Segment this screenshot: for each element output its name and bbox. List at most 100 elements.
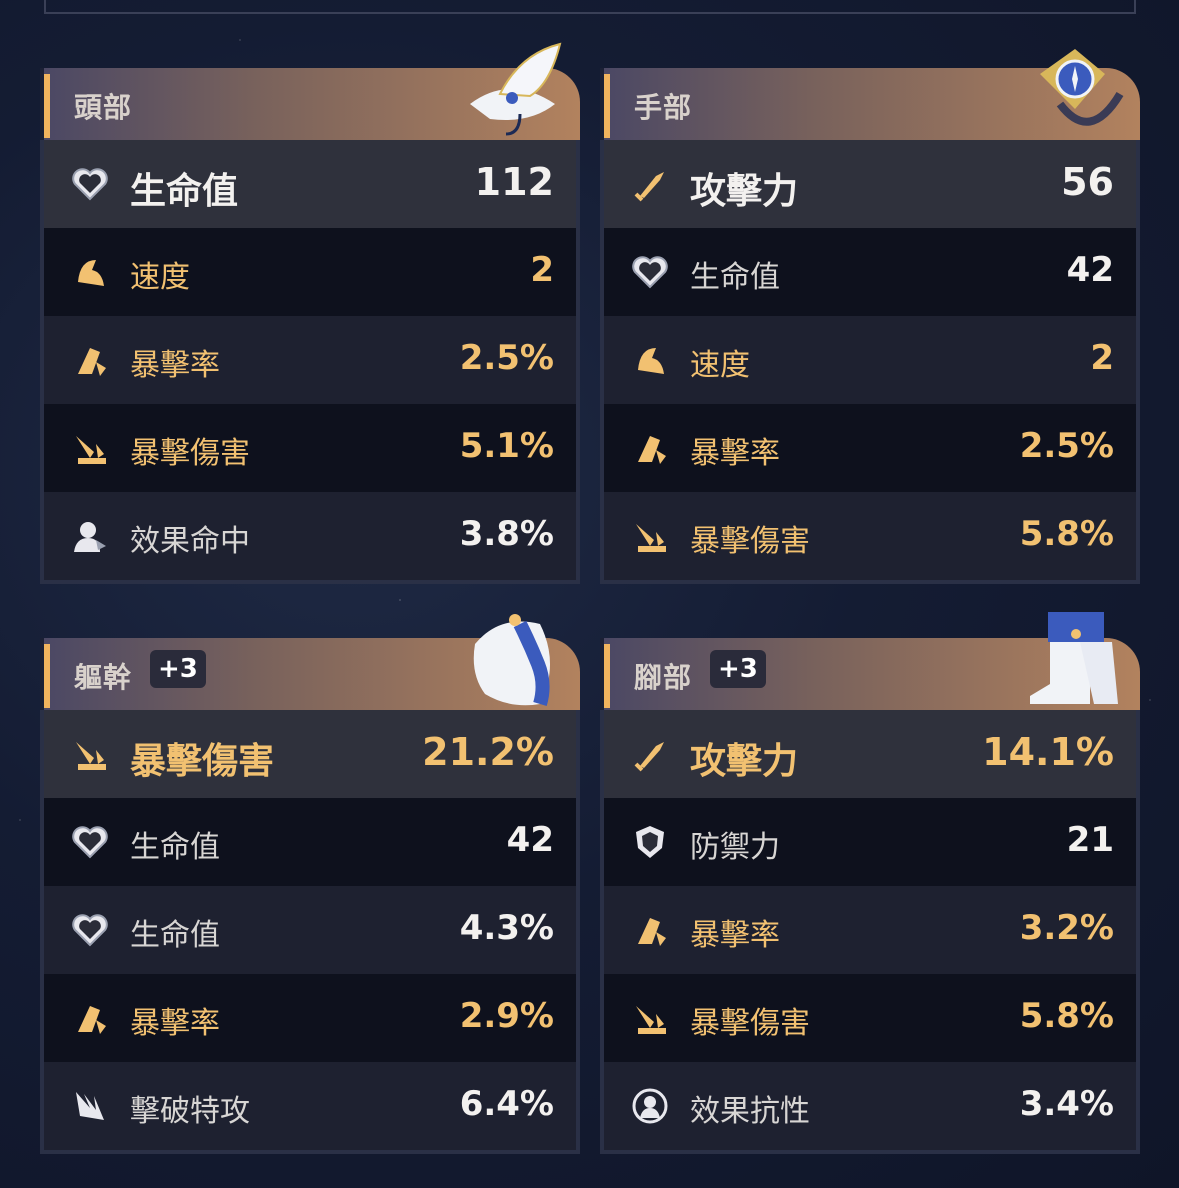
sub-stat-row: 生命值 4.3% xyxy=(44,886,576,974)
relic-card-head[interactable]: 頭部生命值 112 速度 2 暴擊率 2.5% 暴擊傷害 5.1% 效果命中 3.8% xyxy=(40,42,580,584)
sub-stat-row: 暴擊傷害 5.8% xyxy=(604,974,1136,1062)
stat-value: 14.1% xyxy=(982,730,1114,774)
stat-label: 暴擊率 xyxy=(690,918,780,953)
stat-value: 21.2% xyxy=(422,730,554,774)
heart-icon xyxy=(70,822,110,862)
stat-value: 2 xyxy=(1090,338,1114,378)
sword-icon xyxy=(630,164,670,204)
stat-label: 暴擊率 xyxy=(690,436,780,471)
stat-label: 速度 xyxy=(690,348,750,383)
relic-item-image xyxy=(1020,604,1130,714)
sword-icon xyxy=(630,734,670,774)
main-stat-row: 攻擊力 14.1% xyxy=(604,710,1136,798)
stat-list: 攻擊力 14.1% 防禦力 21 暴擊率 3.2% 暴擊傷害 5.8% 效果抗性 3.4% xyxy=(600,710,1140,1154)
stat-value: 3.4% xyxy=(1019,1084,1114,1124)
enhance-level-badge: +3 xyxy=(150,650,206,688)
main-stat-row: 攻擊力 56 xyxy=(604,140,1136,228)
crit-rate-icon xyxy=(630,428,670,468)
heart-icon xyxy=(70,164,110,204)
stat-value: 3.2% xyxy=(1019,908,1114,948)
stat-label: 暴擊率 xyxy=(130,1006,220,1041)
stat-list: 攻擊力 56 生命值 42 速度 2 暴擊率 2.5% 暴擊傷害 5.8% xyxy=(600,140,1140,584)
sub-stat-row: 暴擊傷害 5.8% xyxy=(604,492,1136,580)
speed-icon xyxy=(70,252,110,292)
stat-list: 生命值 112 速度 2 暴擊率 2.5% 暴擊傷害 5.1% 效果命中 3.8% xyxy=(40,140,580,584)
crit-dmg-icon xyxy=(70,734,110,774)
effect-hit-icon xyxy=(70,516,110,556)
stat-label: 暴擊傷害 xyxy=(130,436,250,471)
sub-stat-row: 暴擊率 2.5% xyxy=(44,316,576,404)
stat-label: 效果抗性 xyxy=(690,1094,810,1129)
stat-label: 生命值 xyxy=(130,918,220,953)
sub-stat-row: 暴擊率 2.9% xyxy=(44,974,576,1062)
stat-value: 56 xyxy=(1061,160,1114,204)
relic-slot-title: 頭部 xyxy=(74,91,133,124)
relic-item-image xyxy=(460,604,570,714)
stat-value: 5.1% xyxy=(459,426,554,466)
stat-value: 5.8% xyxy=(1019,514,1114,554)
stat-value: 2.9% xyxy=(459,996,554,1036)
main-stat-row: 生命值 112 xyxy=(44,140,576,228)
stat-label: 效果命中 xyxy=(130,524,250,559)
stat-label: 生命值 xyxy=(130,171,239,212)
stat-list: 暴擊傷害 21.2% 生命值 42 生命值 4.3% 暴擊率 2.9% 擊破特攻 6.4% xyxy=(40,710,580,1154)
break-effect-icon xyxy=(70,1086,110,1126)
top-panel-frame xyxy=(44,0,1136,14)
stat-value: 112 xyxy=(474,160,554,204)
stat-label: 生命值 xyxy=(690,260,780,295)
stat-label: 暴擊傷害 xyxy=(690,524,810,559)
stat-value: 3.8% xyxy=(459,514,554,554)
crit-rate-icon xyxy=(70,340,110,380)
sub-stat-row: 防禦力 21 xyxy=(604,798,1136,886)
stat-value: 6.4% xyxy=(459,1084,554,1124)
header-accent-bar xyxy=(44,74,50,138)
relic-item-image xyxy=(1020,34,1130,144)
speed-icon xyxy=(630,340,670,380)
stat-label: 生命值 xyxy=(130,830,220,865)
stat-value: 2 xyxy=(530,250,554,290)
enhance-level-badge: +3 xyxy=(710,650,766,688)
sub-stat-row: 擊破特攻 6.4% xyxy=(44,1062,576,1150)
relic-card-feet[interactable]: 腳部 +3 攻擊力 14.1% 防禦力 21 暴擊率 3.2% 暴擊傷害 5.8% 效果抗性 3.4% xyxy=(600,612,1140,1154)
stat-value: 4.3% xyxy=(459,908,554,948)
crit-rate-icon xyxy=(70,998,110,1038)
crit-dmg-icon xyxy=(630,998,670,1038)
stat-value: 5.8% xyxy=(1019,996,1114,1036)
sub-stat-row: 效果抗性 3.4% xyxy=(604,1062,1136,1150)
relic-slot-title: 手部 xyxy=(634,91,693,124)
stat-label: 攻擊力 xyxy=(690,171,799,212)
relic-item-image xyxy=(460,34,570,144)
sub-stat-row: 暴擊率 2.5% xyxy=(604,404,1136,492)
main-stat-row: 暴擊傷害 21.2% xyxy=(44,710,576,798)
sub-stat-row: 效果命中 3.8% xyxy=(44,492,576,580)
crit-rate-icon xyxy=(630,910,670,950)
heart-icon xyxy=(630,252,670,292)
sub-stat-row: 速度 2 xyxy=(44,228,576,316)
stat-label: 防禦力 xyxy=(690,830,780,865)
stat-value: 2.5% xyxy=(459,338,554,378)
crit-dmg-icon xyxy=(630,516,670,556)
sub-stat-row: 速度 2 xyxy=(604,316,1136,404)
stat-value: 2.5% xyxy=(1019,426,1114,466)
stat-label: 暴擊率 xyxy=(130,348,220,383)
relic-card-body[interactable]: 軀幹 +3 暴擊傷害 21.2% 生命值 42 生命值 4.3% 暴擊率 2.9% 擊破特攻 6.4% xyxy=(40,614,580,1154)
stat-label: 暴擊傷害 xyxy=(690,1006,810,1041)
sub-stat-row: 暴擊率 3.2% xyxy=(604,886,1136,974)
stat-label: 速度 xyxy=(130,260,190,295)
relic-card-hands[interactable]: 手部攻擊力 56 生命值 42 速度 2 暴擊率 2.5% 暴擊傷害 5.8% xyxy=(600,49,1140,584)
sub-stat-row: 生命值 42 xyxy=(44,798,576,886)
effect-res-icon xyxy=(630,1086,670,1126)
shield-icon xyxy=(630,822,670,862)
relic-slot-title: 軀幹 xyxy=(74,661,133,694)
crit-dmg-icon xyxy=(70,428,110,468)
header-accent-bar xyxy=(604,644,610,708)
stat-label: 攻擊力 xyxy=(690,741,799,782)
stat-value: 42 xyxy=(506,820,554,860)
header-accent-bar xyxy=(604,74,610,138)
stat-value: 42 xyxy=(1066,250,1114,290)
stat-value: 21 xyxy=(1066,820,1114,860)
stat-label: 暴擊傷害 xyxy=(130,741,275,782)
sub-stat-row: 暴擊傷害 5.1% xyxy=(44,404,576,492)
heart-icon xyxy=(70,910,110,950)
sub-stat-row: 生命值 42 xyxy=(604,228,1136,316)
